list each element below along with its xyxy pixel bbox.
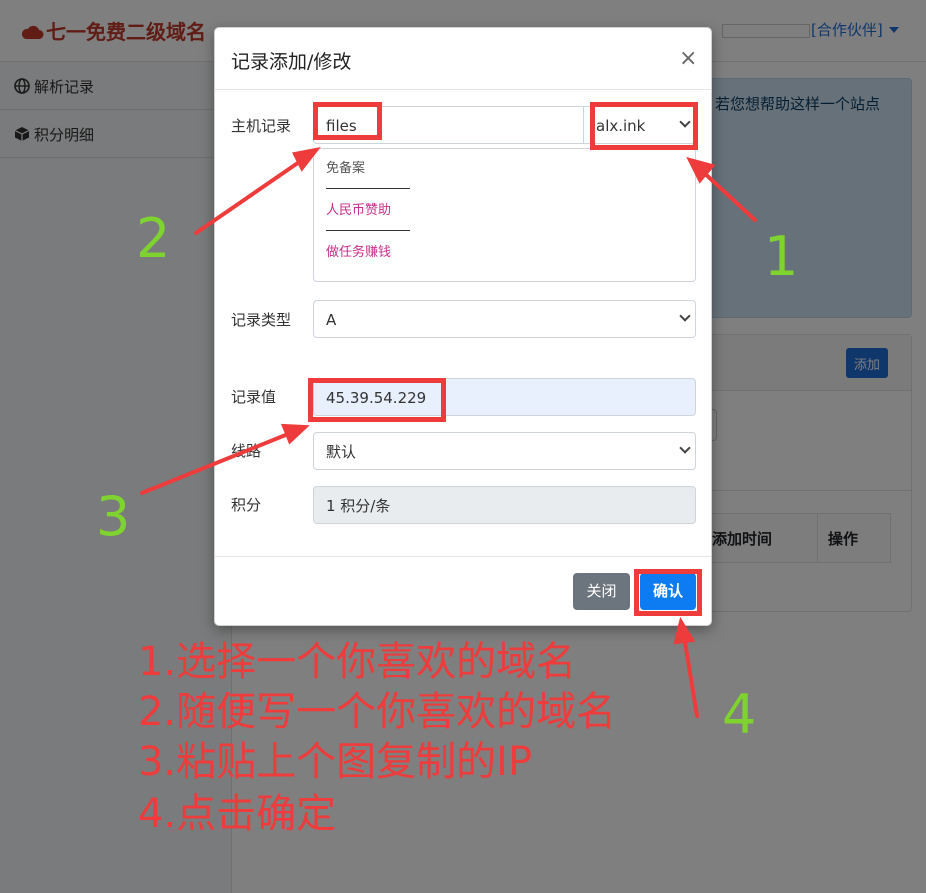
modal-header: 记录添加/修改 ×	[215, 28, 711, 90]
close-icon[interactable]: ×	[679, 46, 697, 71]
step-number-3: 3	[96, 485, 131, 548]
divider	[326, 230, 410, 231]
record-type-select[interactable]: A	[313, 300, 696, 338]
step-number-2: 2	[136, 207, 171, 270]
highlight-record-value	[308, 378, 446, 422]
line-select-value: 默认	[326, 443, 357, 461]
record-type-value: A	[326, 311, 337, 329]
type-label: 记录类型	[231, 311, 292, 329]
highlight-domain-select	[590, 102, 698, 150]
panel-heading: 免备案	[326, 161, 366, 176]
value-label: 记录值	[231, 388, 277, 406]
instruction-step-4: 4.点击确定	[138, 791, 337, 837]
highlight-host-input	[313, 102, 382, 140]
instruction-step-2: 2.随便写一个你喜欢的域名	[138, 689, 617, 735]
step-number-4: 4	[722, 683, 757, 746]
points-label: 积分	[231, 496, 262, 514]
points-readonly-field: 1 积分/条	[313, 486, 696, 524]
close-button[interactable]: 关闭	[573, 573, 630, 610]
chevron-down-icon	[679, 310, 691, 322]
step-number-1: 1	[764, 225, 799, 288]
divider	[326, 188, 410, 189]
modal-title: 记录添加/修改	[231, 51, 352, 73]
points-value: 1 积分/条	[326, 497, 391, 515]
task-earn-link[interactable]: 做任务赚钱	[326, 243, 391, 263]
sponsor-link[interactable]: 人民币赞助	[326, 201, 391, 221]
instruction-step-3: 3.粘贴上个图复制的IP	[138, 739, 533, 785]
chevron-down-icon	[679, 442, 691, 454]
host-label: 主机记录	[231, 117, 292, 135]
instruction-step-1: 1.选择一个你喜欢的域名	[138, 639, 577, 685]
line-select[interactable]: 默认	[313, 432, 696, 470]
domain-info-panel: 免备案 人民币赞助 做任务赚钱	[313, 148, 696, 282]
highlight-confirm-button	[634, 569, 702, 616]
line-label: 线路	[231, 442, 262, 460]
